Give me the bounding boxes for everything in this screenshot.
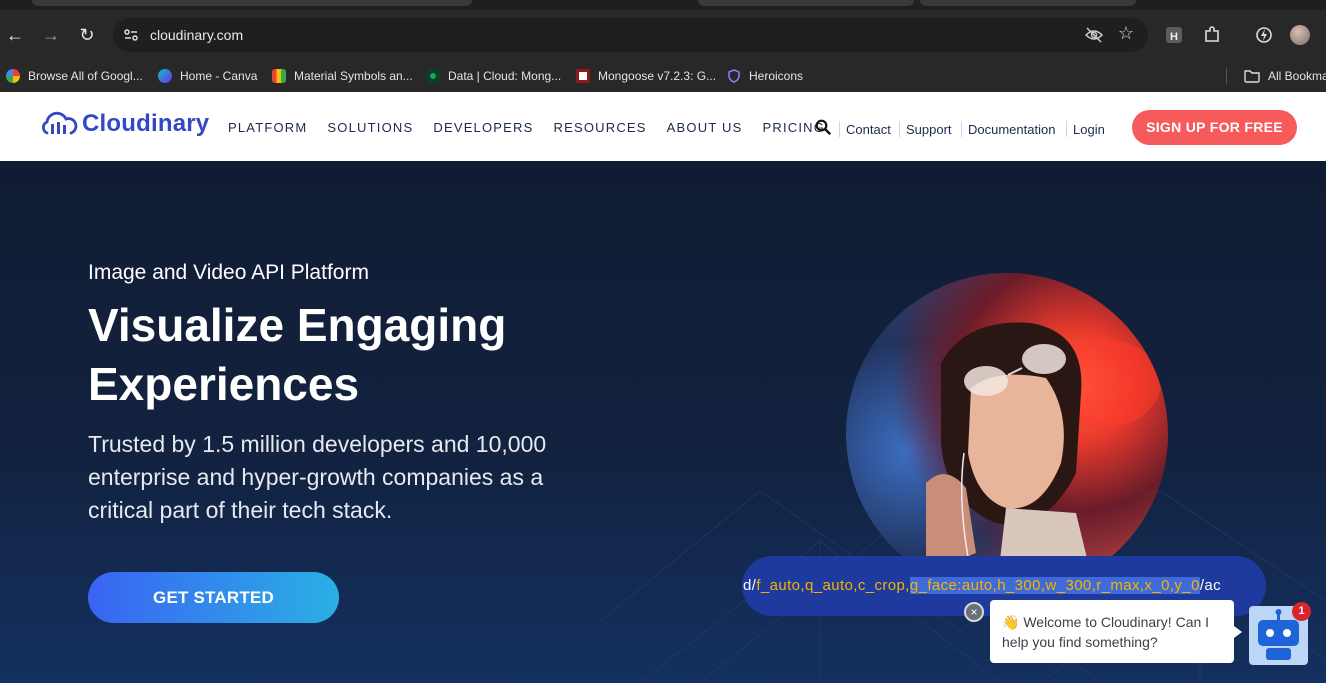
- google-icon: [6, 69, 20, 83]
- chat-message: Welcome to Cloudinary! Can I help you fi…: [1002, 614, 1210, 650]
- performance-icon[interactable]: [1254, 25, 1274, 45]
- url-params: f_auto,q_auto,c_crop,: [756, 577, 910, 594]
- bookmark-item[interactable]: Material Symbols an...: [272, 67, 413, 85]
- divider: [1066, 121, 1067, 137]
- mongodb-leaf-icon: [426, 69, 440, 83]
- bookmark-label: Material Symbols an...: [294, 69, 413, 83]
- bookmark-item[interactable]: Mongoose v7.2.3: G...: [576, 67, 716, 85]
- transformation-url-text: d/f_auto,q_auto,c_crop,g_face:auto,h_300…: [743, 577, 1221, 594]
- chat-welcome-bubble[interactable]: 👋 Welcome to Cloudinary! Can I help you …: [990, 600, 1242, 663]
- browser-tab[interactable]: [698, 0, 914, 6]
- hero-eyebrow: Image and Video API Platform: [88, 261, 369, 284]
- material-symbols-icon: [272, 69, 286, 83]
- hero-subtext: Trusted by 1.5 million developers and 10…: [88, 431, 547, 523]
- extensions-puzzle-icon[interactable]: [1202, 25, 1222, 45]
- all-bookmarks-folder[interactable]: All Bookma: [1244, 67, 1326, 85]
- bookmark-item[interactable]: Home - Canva: [158, 67, 257, 85]
- bookmark-label: Home - Canva: [180, 69, 258, 83]
- hero-section: Image and Video API Platform Visualize E…: [0, 161, 1326, 683]
- bookmark-item[interactable]: Data | Cloud: Mong...: [426, 67, 561, 85]
- login-link[interactable]: Login: [1073, 122, 1105, 137]
- bookmark-label: Data | Cloud: Mong...: [448, 69, 562, 83]
- url-prefix: d/: [743, 577, 757, 594]
- nav-solutions[interactable]: SOLUTIONS: [327, 120, 413, 135]
- search-icon[interactable]: [815, 119, 831, 135]
- cloudinary-logo[interactable]: Cloudinary: [40, 110, 209, 138]
- nav-platform[interactable]: PLATFORM: [228, 120, 307, 135]
- divider: [899, 121, 900, 137]
- hero-headline: Visualize Engaging Experiences: [88, 299, 507, 410]
- main-nav: PLATFORM SOLUTIONS DEVELOPERS RESOURCES …: [228, 120, 845, 135]
- tracking-protection-eye-icon[interactable]: [1084, 26, 1104, 44]
- browser-tab[interactable]: [920, 0, 1136, 6]
- bookmark-label: Mongoose v7.2.3: G...: [598, 69, 717, 83]
- documentation-link[interactable]: Documentation: [968, 122, 1055, 137]
- canva-icon: [158, 69, 172, 83]
- nav-resources[interactable]: RESOURCES: [554, 120, 647, 135]
- cloudinary-cloud-icon: [42, 111, 78, 135]
- notification-badge: 1: [1292, 602, 1311, 621]
- bookmark-label: Heroicons: [749, 69, 804, 83]
- profile-avatar[interactable]: [1290, 25, 1310, 45]
- bookmarks-bar: Browse All of Googl... Home - Canva Mate…: [0, 60, 1326, 92]
- browser-tab-strip: [0, 0, 1326, 10]
- nav-about-us[interactable]: ABOUT US: [667, 120, 743, 135]
- woman-portrait-illustration: [926, 322, 1161, 595]
- extension-h-icon[interactable]: H: [1166, 27, 1182, 43]
- all-bookmarks-label: All Bookma: [1268, 69, 1326, 83]
- forward-arrow-icon[interactable]: →: [40, 24, 62, 46]
- mongoose-icon: [576, 69, 590, 83]
- address-bar[interactable]: cloudinary.com ☆: [113, 18, 1148, 52]
- chat-close-icon[interactable]: ×: [964, 602, 984, 622]
- brand-name: Cloudinary: [82, 110, 210, 137]
- reload-icon[interactable]: ↻: [76, 24, 98, 46]
- bookmark-label: Browse All of Googl...: [28, 69, 143, 83]
- get-started-button[interactable]: GET STARTED: [88, 572, 339, 623]
- site-header: Cloudinary PLATFORM SOLUTIONS DEVELOPERS…: [0, 92, 1326, 161]
- url-suffix: /ac: [1199, 577, 1222, 594]
- browser-tab[interactable]: [32, 0, 472, 6]
- support-link[interactable]: Support: [906, 122, 952, 137]
- nav-developers[interactable]: DEVELOPERS: [433, 120, 533, 135]
- hero-portrait-image: [846, 273, 1168, 595]
- divider: [961, 121, 962, 137]
- heroicons-shield-icon: [728, 69, 740, 83]
- url-highlighted-params: g_face:auto,h_300,w_300,r_max,x_0,y_0: [909, 577, 1200, 594]
- waving-hand-icon: 👋: [1002, 614, 1020, 630]
- divider: [839, 121, 840, 137]
- bookmark-item[interactable]: Browse All of Googl...: [6, 67, 143, 85]
- site-info-icon[interactable]: [123, 27, 139, 43]
- browser-toolbar: ← → ↻ cloudinary.com ☆ H: [0, 10, 1326, 60]
- bookmark-item[interactable]: Heroicons: [727, 67, 803, 85]
- contact-link[interactable]: Contact: [846, 122, 891, 137]
- sign-up-button[interactable]: SIGN UP FOR FREE: [1132, 110, 1297, 145]
- bookmark-star-icon[interactable]: ☆: [1118, 23, 1134, 44]
- folder-icon: [1244, 70, 1260, 83]
- bookmarks-divider: [1226, 68, 1227, 84]
- back-arrow-icon[interactable]: ←: [4, 24, 26, 46]
- url-text[interactable]: cloudinary.com: [150, 27, 243, 43]
